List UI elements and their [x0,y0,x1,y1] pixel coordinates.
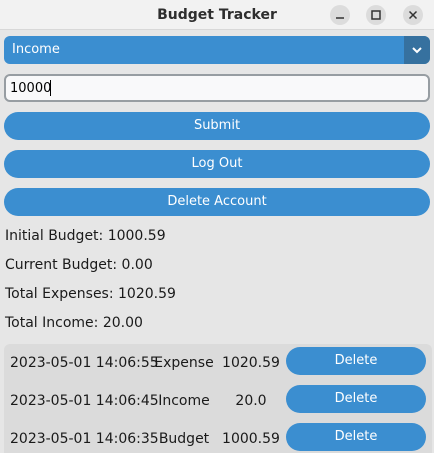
minimize-button[interactable] [330,5,350,25]
submit-button[interactable]: Submit [4,112,430,140]
total-expenses-label: Total Expenses: 1020.59 [5,286,176,302]
transaction-row: 2023-05-01 14:06:35 Budget 1000.59 Delet… [4,420,432,453]
maximize-icon [371,10,381,20]
total-income-label: Total Income: 20.00 [5,315,143,331]
transaction-type: Income [158,393,210,409]
maximize-button[interactable] [366,5,386,25]
transaction-date: 2023-05-01 14:06:55 [10,355,159,371]
transaction-amount: 20.0 [235,393,267,409]
current-budget-label: Current Budget: 0.00 [5,257,153,273]
transaction-row: 2023-05-01 14:06:55 Expense 1020.59 Dele… [4,344,432,382]
delete-transaction-button[interactable]: Delete [286,423,426,451]
close-icon [408,10,418,20]
transactions-list[interactable]: 2023-05-01 14:06:55 Expense 1020.59 Dele… [4,344,432,453]
transaction-type: Expense [154,355,214,371]
amount-input[interactable] [10,76,420,100]
delete-transaction-button[interactable]: Delete [286,385,426,413]
dropdown-arrow-button[interactable] [404,36,430,64]
logout-button[interactable]: Log Out [4,150,430,178]
transaction-date: 2023-05-01 14:06:35 [10,431,159,447]
amount-field[interactable] [4,74,430,102]
transaction-amount: 1020.59 [222,355,280,371]
title-bar: Budget Tracker [0,0,434,30]
delete-account-button[interactable]: Delete Account [4,188,430,216]
minimize-icon [336,17,344,19]
text-cursor [50,80,51,96]
initial-budget-label: Initial Budget: 1000.59 [5,228,166,244]
transaction-type: Budget [158,431,210,447]
close-button[interactable] [403,5,423,25]
transaction-type-dropdown[interactable]: Income [4,36,430,64]
chevron-down-icon [412,47,422,54]
transaction-type-value: Income [12,42,60,57]
transaction-amount: 1000.59 [222,431,280,447]
delete-transaction-button[interactable]: Delete [286,347,426,375]
transaction-row: 2023-05-01 14:06:45 Income 20.0 Delete [4,382,432,420]
transaction-date: 2023-05-01 14:06:45 [10,393,159,409]
